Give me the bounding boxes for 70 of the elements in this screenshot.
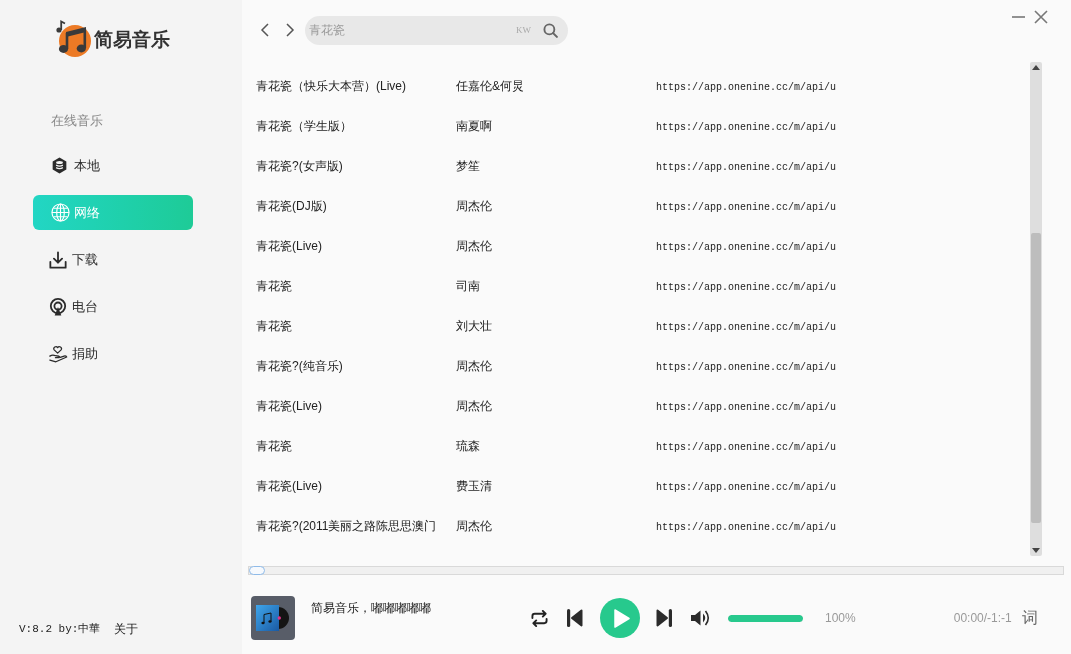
close-icon[interactable] — [1034, 10, 1048, 24]
lyrics-button[interactable]: 词 — [1021, 610, 1038, 626]
play-icon — [613, 608, 630, 628]
song-url: https://app.onenine.cc/m/api/u — [656, 82, 837, 93]
song-title: 青花瓷(Live) — [256, 479, 322, 493]
sidebar-item[interactable]: 电台 — [33, 289, 193, 324]
song-url: https://app.onenine.cc/m/api/u — [656, 402, 837, 413]
logo-icon — [55, 20, 91, 58]
about-link[interactable]: 关于 — [114, 620, 139, 638]
artist-name: 费玉清 — [456, 479, 492, 493]
song-title: 简易音乐，嘟嘟嘟嘟嘟 — [311, 601, 431, 615]
song-title: 青花瓷 — [256, 319, 292, 333]
artist-name: 周杰伦 — [456, 239, 492, 253]
song-title: 青花瓷 — [256, 439, 292, 453]
artist-name: 周杰伦 — [456, 359, 492, 373]
download-icon — [49, 250, 67, 269]
artist-name: 周杰伦 — [456, 399, 492, 413]
song-title: 青花瓷(DJ版) — [256, 199, 327, 213]
song-url: https://app.onenine.cc/m/api/u — [656, 522, 837, 533]
broadcast-icon — [49, 297, 67, 316]
song-url: https://app.onenine.cc/m/api/u — [656, 362, 837, 373]
volume-icon[interactable] — [690, 609, 710, 627]
artist-name: 周杰伦 — [456, 199, 492, 213]
vertical-scrollbar[interactable] — [1030, 62, 1042, 556]
globe-icon — [51, 203, 70, 222]
progress-thumb[interactable] — [249, 565, 265, 575]
heart-hand-icon — [49, 344, 68, 363]
scroll-down-icon[interactable] — [1032, 548, 1040, 553]
scroll-up-icon[interactable] — [1032, 65, 1040, 70]
database-icon — [52, 157, 67, 174]
volume-slider[interactable] — [728, 614, 803, 622]
repeat-icon[interactable] — [530, 609, 549, 627]
song-title: 青花瓷(Live) — [256, 239, 322, 253]
song-url: https://app.onenine.cc/m/api/u — [656, 322, 837, 333]
song-url: https://app.onenine.cc/m/api/u — [656, 122, 837, 133]
song-url: https://app.onenine.cc/m/api/u — [656, 162, 837, 173]
song-url: https://app.onenine.cc/m/api/u — [656, 442, 837, 453]
song-title: 青花瓷（学生版） — [256, 119, 352, 133]
sidebar-item[interactable]: 本地 — [33, 148, 193, 183]
artist-name: 梦笙 — [456, 159, 480, 173]
song-title: 青花瓷?(2011美丽之路陈思思澳门 — [256, 519, 437, 533]
artist-name: 司南 — [456, 279, 480, 293]
scrollbar-thumb[interactable] — [1031, 233, 1041, 523]
section-label: 在线音乐 — [51, 113, 103, 128]
artist-name: 南夏啊 — [456, 119, 492, 133]
playback-time: 00:00/-1:-1 — [953, 610, 1012, 627]
song-title: 青花瓷（快乐大本营）(Live) — [256, 79, 406, 93]
artist-name: 周杰伦 — [456, 519, 492, 533]
song-url: https://app.onenine.cc/m/api/u — [656, 242, 837, 253]
song-title: 青花瓷?(女声版) — [256, 159, 343, 173]
version-label: V:8.2 by:中華 — [19, 621, 101, 637]
artist-name: 琉森 — [456, 439, 480, 453]
song-url: https://app.onenine.cc/m/api/u — [656, 482, 837, 493]
song-title: 青花瓷 — [256, 279, 292, 293]
next-icon[interactable] — [656, 609, 672, 627]
sidebar-item[interactable]: 捐助 — [33, 336, 193, 371]
previous-icon[interactable] — [567, 609, 583, 627]
song-title: 青花瓷(Live) — [256, 399, 322, 413]
artist-name: 任嘉伦&何炅 — [456, 79, 524, 93]
album-art-icon — [251, 596, 295, 640]
sidebar-item[interactable]: 下载 — [33, 242, 193, 277]
song-url: https://app.onenine.cc/m/api/u — [656, 282, 837, 293]
search-icon[interactable] — [543, 22, 558, 38]
back-icon[interactable] — [260, 23, 270, 37]
forward-icon[interactable] — [285, 23, 295, 37]
app-name: 简易音乐 — [94, 29, 170, 49]
song-url: https://app.onenine.cc/m/api/u — [656, 202, 837, 213]
artist-name: 刘大壮 — [456, 319, 492, 333]
volume-reading: 100% — [825, 610, 856, 627]
song-title: 青花瓷?(纯音乐) — [256, 359, 343, 373]
